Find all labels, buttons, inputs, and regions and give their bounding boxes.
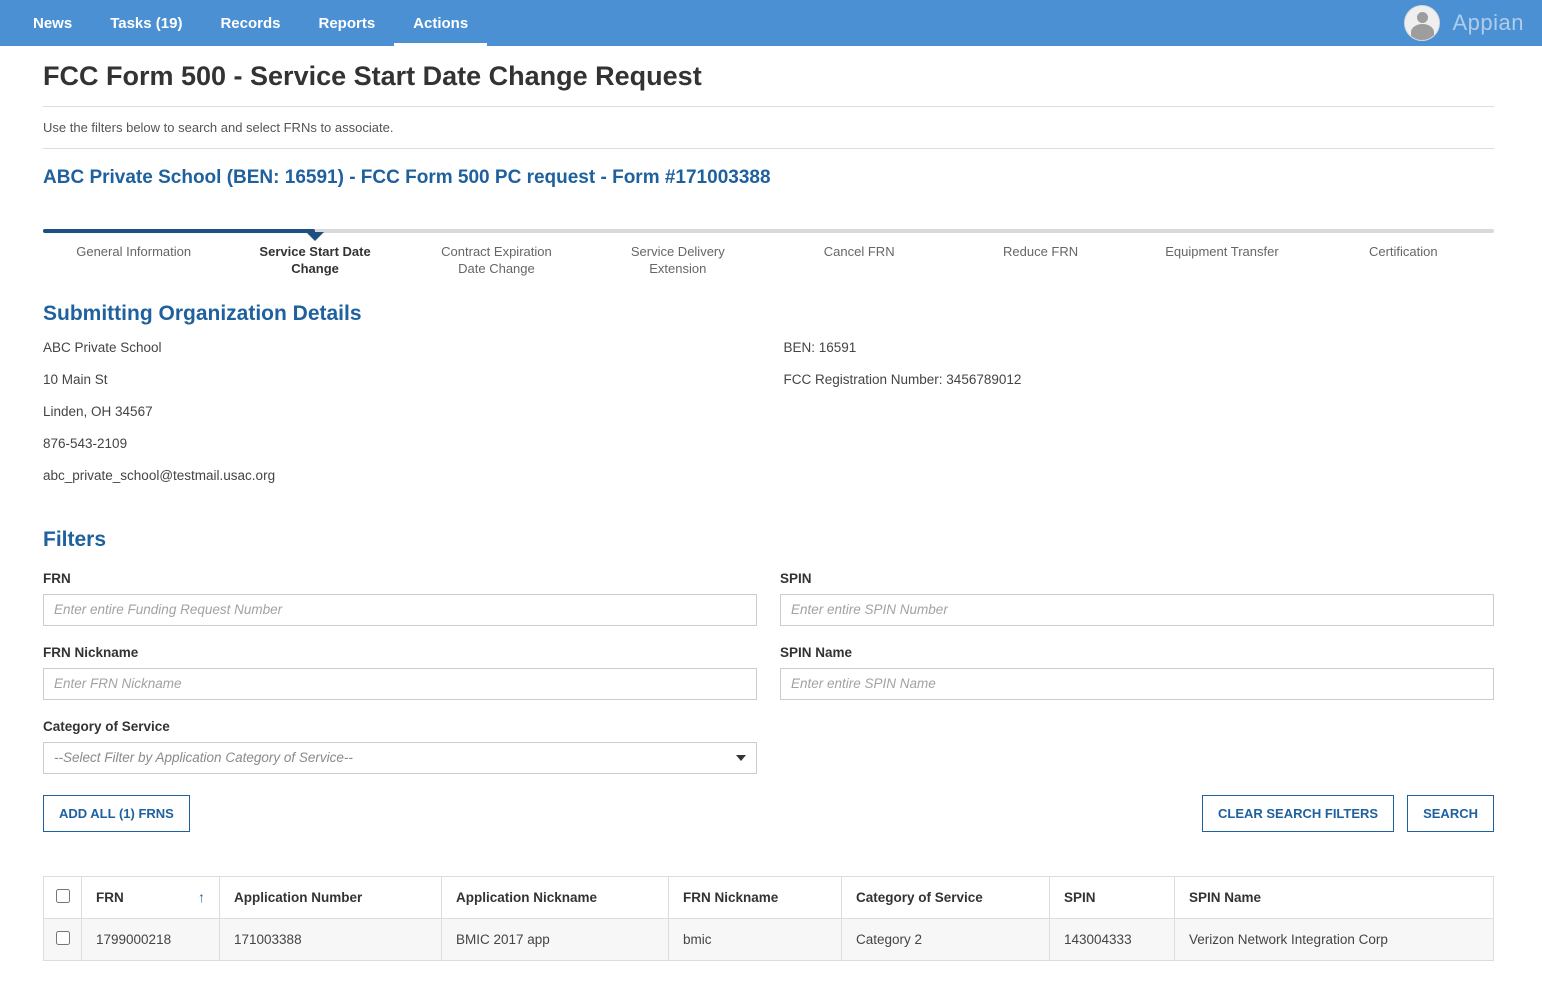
filter-buttons-row: ADD ALL (1) FRNS CLEAR SEARCH FILTERS SE… xyxy=(43,795,1494,832)
category-of-service-label: Category of Service xyxy=(43,719,757,734)
table-header-row: FRN ↑ Application Number Application Nic… xyxy=(44,876,1494,918)
column-header-category-of-service[interactable]: Category of Service xyxy=(842,876,1050,918)
organization-section-heading: Submitting Organization Details xyxy=(43,302,1494,326)
frn-column-label: FRN xyxy=(96,890,124,905)
cell-spin: 143004333 xyxy=(1050,918,1175,960)
organization-ben: BEN: 16591 xyxy=(784,340,1495,355)
organization-fcc-registration: FCC Registration Number: 3456789012 xyxy=(784,372,1495,387)
stepper-progress xyxy=(43,229,315,233)
step-certification[interactable]: Certification xyxy=(1313,244,1494,278)
spin-field-group: SPIN xyxy=(780,571,1494,626)
row-select-checkbox[interactable] xyxy=(56,931,70,945)
column-header-application-number[interactable]: Application Number xyxy=(220,876,442,918)
spin-name-label: SPIN Name xyxy=(780,645,1494,660)
filters-heading: Filters xyxy=(43,528,1494,552)
column-header-application-nickname[interactable]: Application Nickname xyxy=(442,876,669,918)
step-service-delivery-extension[interactable]: Service Delivery Extension xyxy=(587,244,768,278)
spin-input[interactable] xyxy=(780,594,1494,626)
appian-logo: Appian xyxy=(1452,10,1524,36)
submitting-organization-section: Submitting Organization Details ABC Priv… xyxy=(43,302,1494,500)
search-button[interactable]: SEARCH xyxy=(1407,795,1494,832)
frn-nickname-input[interactable] xyxy=(43,668,757,700)
column-header-frn[interactable]: FRN ↑ xyxy=(82,876,220,918)
step-reduce-frn[interactable]: Reduce FRN xyxy=(950,244,1131,278)
frn-nickname-label: FRN Nickname xyxy=(43,645,757,660)
organization-name: ABC Private School xyxy=(43,340,754,355)
filters-section: Filters FRN SPIN FRN Nickname SPIN Name … xyxy=(43,528,1494,832)
nav-item-actions[interactable]: Actions xyxy=(394,0,487,46)
instructions-text: Use the filters below to search and sele… xyxy=(43,107,1494,148)
results-table-section: FRN ↑ Application Number Application Nic… xyxy=(43,876,1494,982)
category-of-service-field-group: Category of Service --Select Filter by A… xyxy=(43,719,757,774)
cell-frn: 1799000218 xyxy=(82,918,220,960)
nav-item-tasks[interactable]: Tasks (19) xyxy=(91,0,201,46)
spin-label: SPIN xyxy=(780,571,1494,586)
frn-nickname-field-group: FRN Nickname xyxy=(43,645,757,700)
select-all-checkbox[interactable] xyxy=(56,889,70,903)
active-step-arrow-icon xyxy=(306,232,324,241)
cell-application-nickname: BMIC 2017 app xyxy=(442,918,669,960)
category-of-service-select[interactable]: --Select Filter by Application Category … xyxy=(43,742,757,774)
category-of-service-selected-value: --Select Filter by Application Category … xyxy=(54,750,353,765)
organization-address: 10 Main St xyxy=(43,372,754,387)
spin-name-input[interactable] xyxy=(780,668,1494,700)
spin-name-field-group: SPIN Name xyxy=(780,645,1494,700)
organization-city-state-zip: Linden, OH 34567 xyxy=(43,404,754,419)
cell-category-of-service: Category 2 xyxy=(842,918,1050,960)
organization-phone: 876-543-2109 xyxy=(43,436,754,451)
organization-email: abc_private_school@testmail.usac.org xyxy=(43,468,754,483)
nav-item-records[interactable]: Records xyxy=(201,0,299,46)
cell-frn-nickname: bmic xyxy=(669,918,842,960)
nav-item-news[interactable]: News xyxy=(14,0,91,46)
step-service-start-date-change[interactable]: Service Start Date Change xyxy=(224,244,405,278)
top-navigation: News Tasks (19) Records Reports Actions … xyxy=(0,0,1542,46)
frn-results-table: FRN ↑ Application Number Application Nic… xyxy=(43,876,1494,961)
step-contract-expiration-date-change[interactable]: Contract Expiration Date Change xyxy=(406,244,587,278)
main-content: FCC Form 500 - Service Start Date Change… xyxy=(0,61,1542,982)
cell-application-number: 171003388 xyxy=(220,918,442,960)
column-header-frn-nickname[interactable]: FRN Nickname xyxy=(669,876,842,918)
column-header-spin-name[interactable]: SPIN Name xyxy=(1175,876,1494,918)
cell-spin-name: Verizon Network Integration Corp xyxy=(1175,918,1494,960)
avatar-person-icon-body xyxy=(1411,24,1434,40)
add-all-frns-button[interactable]: ADD ALL (1) FRNS xyxy=(43,795,190,832)
step-general-information[interactable]: General Information xyxy=(43,244,224,278)
frn-field-group: FRN xyxy=(43,571,757,626)
nav-right-area: Appian xyxy=(1404,0,1542,46)
user-avatar[interactable] xyxy=(1404,5,1440,41)
stepper-track xyxy=(43,229,1494,233)
clear-search-filters-button[interactable]: CLEAR SEARCH FILTERS xyxy=(1202,795,1394,832)
organization-left-column: ABC Private School 10 Main St Linden, OH… xyxy=(43,340,754,500)
column-header-spin[interactable]: SPIN xyxy=(1050,876,1175,918)
divider-instructions xyxy=(43,148,1494,149)
form-stepper: General Information Service Start Date C… xyxy=(43,229,1494,278)
organization-right-column: BEN: 16591 FCC Registration Number: 3456… xyxy=(784,340,1495,500)
sort-ascending-icon[interactable]: ↑ xyxy=(198,889,205,905)
step-cancel-frn[interactable]: Cancel FRN xyxy=(769,244,950,278)
organization-details-grid: ABC Private School 10 Main St Linden, OH… xyxy=(43,340,1494,500)
page-title: FCC Form 500 - Service Start Date Change… xyxy=(43,61,1494,92)
frn-label: FRN xyxy=(43,571,757,586)
nav-item-reports[interactable]: Reports xyxy=(299,0,394,46)
frn-input[interactable] xyxy=(43,594,757,626)
step-equipment-transfer[interactable]: Equipment Transfer xyxy=(1131,244,1312,278)
dropdown-caret-icon xyxy=(736,755,746,761)
search-buttons-group: CLEAR SEARCH FILTERS SEARCH xyxy=(1202,795,1494,832)
filters-grid: FRN SPIN FRN Nickname SPIN Name Category… xyxy=(43,552,1494,774)
form-heading: ABC Private School (BEN: 16591) - FCC Fo… xyxy=(43,167,1494,189)
table-row: 1799000218 171003388 BMIC 2017 app bmic … xyxy=(44,918,1494,960)
stepper-labels: General Information Service Start Date C… xyxy=(43,244,1494,278)
avatar-person-icon xyxy=(1417,12,1428,23)
